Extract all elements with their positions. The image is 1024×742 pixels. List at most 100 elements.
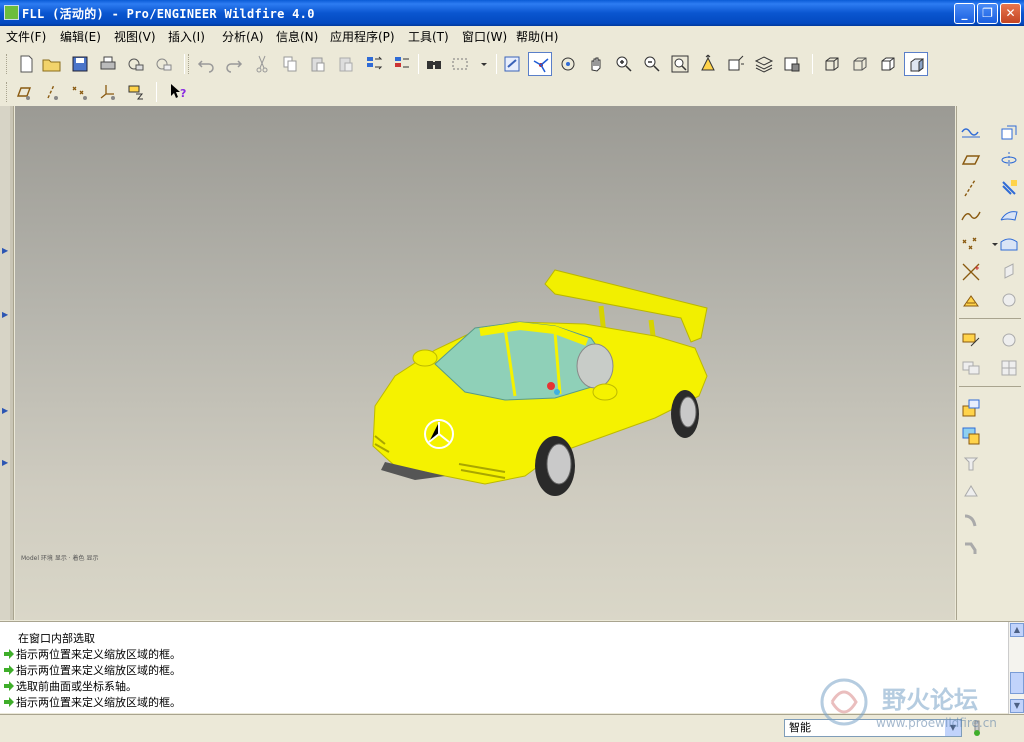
send-mail-icon[interactable] bbox=[124, 52, 148, 76]
menu-analysis[interactable]: 分析(A) bbox=[222, 28, 264, 45]
pan-icon[interactable] bbox=[584, 52, 608, 76]
fill-icon[interactable] bbox=[959, 396, 983, 420]
view-manager-icon[interactable] bbox=[780, 52, 804, 76]
orient-mode-icon[interactable] bbox=[556, 52, 580, 76]
hidden-line-icon[interactable] bbox=[848, 52, 872, 76]
variable-section-sweep-icon[interactable] bbox=[997, 176, 1021, 200]
open-icon[interactable] bbox=[40, 52, 64, 76]
expand-arrow-icon[interactable]: ▶ bbox=[2, 310, 8, 319]
trim-icon[interactable] bbox=[997, 328, 1021, 352]
thicken-icon[interactable] bbox=[959, 452, 983, 476]
window-title: FLL (活动的) - Pro/ENGINEER Wildfire 4.0 bbox=[22, 7, 315, 21]
sketch-tool-icon[interactable] bbox=[959, 120, 983, 144]
toolbar-grip[interactable] bbox=[6, 54, 9, 74]
print-icon[interactable] bbox=[96, 52, 120, 76]
car-model[interactable] bbox=[355, 266, 715, 506]
datum-plane-display-icon[interactable] bbox=[12, 80, 36, 104]
zoom-out-icon[interactable] bbox=[640, 52, 664, 76]
cut-icon[interactable] bbox=[250, 52, 274, 76]
refit-icon[interactable] bbox=[668, 52, 692, 76]
reorient-icon[interactable] bbox=[696, 52, 720, 76]
menu-applications[interactable]: 应用程序(P) bbox=[330, 28, 395, 45]
datum-curve-icon[interactable] bbox=[959, 204, 983, 228]
datum-axis-icon[interactable] bbox=[959, 176, 983, 200]
no-hidden-icon[interactable] bbox=[876, 52, 900, 76]
toolbar-grip[interactable] bbox=[188, 54, 191, 74]
layers-icon[interactable] bbox=[752, 52, 776, 76]
message-line: 选取前曲面或坐标系轴。 bbox=[4, 678, 137, 694]
copy-icon[interactable] bbox=[278, 52, 302, 76]
expand-arrow-icon[interactable]: ▶ bbox=[2, 458, 8, 467]
shading-icon[interactable] bbox=[904, 52, 928, 76]
expand-arrow-icon[interactable]: ▶ bbox=[2, 246, 8, 255]
extrude-icon[interactable] bbox=[997, 120, 1021, 144]
message-arrow-icon bbox=[4, 681, 14, 691]
datum-csys-icon[interactable] bbox=[959, 260, 983, 284]
context-help-icon[interactable]: ? bbox=[166, 80, 190, 104]
datum-plane-icon[interactable] bbox=[959, 148, 983, 172]
repaint-icon[interactable] bbox=[500, 52, 524, 76]
regen-manager-icon[interactable] bbox=[390, 52, 414, 76]
style-icon[interactable] bbox=[997, 232, 1021, 256]
new-icon[interactable] bbox=[14, 52, 38, 76]
menu-insert[interactable]: 插入(I) bbox=[168, 28, 205, 45]
merge-icon[interactable] bbox=[959, 328, 983, 352]
expand-arrow-icon[interactable]: ▶ bbox=[2, 406, 8, 415]
menu-help[interactable]: 帮助(H) bbox=[516, 28, 558, 45]
pattern-icon[interactable] bbox=[997, 356, 1021, 380]
scroll-down-icon[interactable]: ▼ bbox=[1010, 699, 1024, 713]
scroll-thumb[interactable] bbox=[1010, 672, 1024, 694]
chevron-down-icon[interactable]: ▼ bbox=[945, 720, 961, 736]
edit-copy-icon[interactable] bbox=[997, 260, 1021, 284]
save-icon[interactable] bbox=[68, 52, 92, 76]
annotation-display-icon[interactable] bbox=[124, 80, 148, 104]
toolbar-grip[interactable] bbox=[6, 82, 9, 102]
status-bar: 智能 ▼ bbox=[0, 714, 1024, 742]
scroll-up-icon[interactable]: ▲ bbox=[1010, 623, 1024, 637]
redo-icon[interactable] bbox=[222, 52, 246, 76]
menu-info[interactable]: 信息(N) bbox=[276, 28, 318, 45]
regenerate-icon[interactable] bbox=[362, 52, 386, 76]
undo-icon[interactable] bbox=[194, 52, 218, 76]
paste-special-icon[interactable] bbox=[334, 52, 358, 76]
app-icon bbox=[4, 5, 19, 20]
menu-edit[interactable]: 编辑(E) bbox=[60, 28, 101, 45]
message-scrollbar[interactable]: ▲ ▼ bbox=[1008, 622, 1024, 714]
minimize-button[interactable]: _ bbox=[954, 3, 975, 24]
close-button[interactable]: ✕ bbox=[1000, 3, 1021, 24]
selection-box-icon[interactable] bbox=[448, 52, 472, 76]
graphics-window[interactable]: Model 环境 显示 · 着色 显示 bbox=[15, 106, 955, 620]
intersect-icon[interactable] bbox=[959, 356, 983, 380]
datum-point-display-icon[interactable] bbox=[68, 80, 92, 104]
spin-center-icon[interactable] bbox=[528, 52, 552, 76]
coordinate-system-display-icon[interactable] bbox=[96, 80, 120, 104]
message-line: 指示两位置来定义缩放区域的框。 bbox=[4, 662, 181, 678]
saved-views-icon[interactable] bbox=[724, 52, 748, 76]
boundary-blend-icon[interactable] bbox=[997, 204, 1021, 228]
datum-point-dropdown-icon[interactable] bbox=[983, 232, 998, 256]
send-link-icon[interactable] bbox=[152, 52, 176, 76]
datum-point-icon[interactable] bbox=[959, 232, 983, 256]
find-icon[interactable] bbox=[422, 52, 446, 76]
offset-icon[interactable] bbox=[959, 424, 983, 448]
proe-window: FLL (活动的) - Pro/ENGINEER Wildfire 4.0 _ … bbox=[0, 0, 1024, 742]
menu-window[interactable]: 窗口(W) bbox=[462, 28, 507, 45]
menu-tools[interactable]: 工具(T) bbox=[408, 28, 449, 45]
solidify-icon[interactable] bbox=[959, 480, 983, 504]
datum-axis-display-icon[interactable] bbox=[40, 80, 64, 104]
menu-file[interactable]: 文件(F) bbox=[6, 28, 46, 45]
wireframe-icon[interactable] bbox=[820, 52, 844, 76]
menu-view[interactable]: 视图(V) bbox=[114, 28, 156, 45]
paste-icon[interactable] bbox=[306, 52, 330, 76]
analysis-feature-icon[interactable] bbox=[959, 288, 983, 312]
mirror-icon[interactable] bbox=[997, 288, 1021, 312]
round-icon[interactable] bbox=[959, 508, 983, 532]
navigator-sash[interactable]: ▶ ▶ ▶ ▶ bbox=[0, 106, 14, 620]
maximize-button[interactable]: ❐ bbox=[977, 3, 998, 24]
selection-dropdown-icon[interactable] bbox=[472, 52, 487, 76]
selection-filter-select[interactable]: 智能 ▼ bbox=[784, 719, 962, 737]
chamfer-icon[interactable] bbox=[959, 536, 983, 560]
message-area: 在窗口内部选取 指示两位置来定义缩放区域的框。 指示两位置来定义缩放区域的框。 … bbox=[0, 621, 1024, 714]
revolve-icon[interactable] bbox=[997, 148, 1021, 172]
zoom-in-icon[interactable] bbox=[612, 52, 636, 76]
